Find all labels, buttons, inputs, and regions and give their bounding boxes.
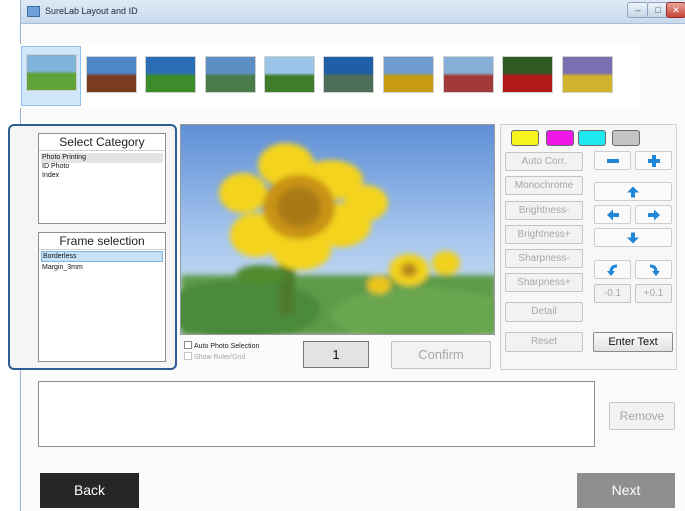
detail-button[interactable]: Detail xyxy=(505,302,583,322)
color-swatch-gray[interactable] xyxy=(612,130,640,146)
brightness-minus-button[interactable]: Brightness- xyxy=(505,201,583,220)
show-ruler-grid-label: Show Ruler/Grid xyxy=(194,354,246,361)
color-swatch-yellow[interactable] xyxy=(511,130,539,146)
auto-corr-button[interactable]: Auto Corr. xyxy=(505,152,583,171)
sharpness-plus-button[interactable]: Sharpness+ xyxy=(505,273,583,292)
frame-item-borderless[interactable]: Borderless xyxy=(41,251,163,262)
color-swatch-cyan[interactable] xyxy=(578,130,606,146)
minimize-button[interactable]: – xyxy=(627,2,649,18)
photo-thumbnail[interactable] xyxy=(383,56,434,93)
arrow-left-icon xyxy=(606,209,619,220)
plus-icon xyxy=(647,154,660,167)
photo-thumbnail[interactable] xyxy=(502,56,553,93)
rotate-left-button[interactable] xyxy=(594,260,631,279)
window-title: SureLab Layout and ID xyxy=(45,6,138,16)
checkbox-box[interactable] xyxy=(184,341,192,349)
rotate-right-icon xyxy=(649,264,660,276)
confirm-button[interactable]: Confirm xyxy=(391,341,491,369)
thumbnail-strip xyxy=(20,44,640,108)
sunflower-preview-image xyxy=(181,125,494,334)
arrow-right-icon xyxy=(647,209,660,220)
monochrome-button[interactable]: Monochrome xyxy=(505,176,583,195)
reset-button[interactable]: Reset xyxy=(505,332,583,352)
frame-selection-title: Frame selection xyxy=(39,233,165,250)
photo-thumbnail[interactable] xyxy=(264,56,315,93)
frame-selection-list[interactable]: Frame selection Borderless Margin_3mm xyxy=(38,232,166,362)
photo-thumbnail[interactable] xyxy=(443,56,494,93)
checkbox-box[interactable] xyxy=(184,352,192,360)
remove-button[interactable]: Remove xyxy=(609,402,675,430)
photo-thumbnail[interactable] xyxy=(323,56,374,93)
photo-thumbnail[interactable] xyxy=(86,56,137,93)
rotate-plus-fine-button[interactable]: +0.1 xyxy=(635,284,672,303)
zoom-out-button[interactable] xyxy=(594,151,631,170)
back-button[interactable]: Back xyxy=(40,473,139,508)
photo-thumbnail[interactable] xyxy=(562,56,613,93)
photo-preview[interactable] xyxy=(180,124,495,335)
select-category-title: Select Category xyxy=(39,134,165,151)
sharpness-minus-button[interactable]: Sharpness- xyxy=(505,249,583,268)
frame-item-margin-3mm[interactable]: Margin_3mm xyxy=(41,263,163,273)
close-button[interactable]: ✕ xyxy=(666,2,685,18)
photo-thumbnail[interactable] xyxy=(145,56,196,93)
move-up-button[interactable] xyxy=(594,182,672,201)
brightness-plus-button[interactable]: Brightness+ xyxy=(505,225,583,244)
show-ruler-grid-checkbox[interactable]: Show Ruler/Grid xyxy=(184,352,245,361)
arrow-down-icon xyxy=(627,232,639,243)
move-left-button[interactable] xyxy=(594,205,631,224)
arrow-up-icon xyxy=(627,186,639,197)
photo-thumbnail[interactable] xyxy=(205,56,256,93)
color-swatch-magenta[interactable] xyxy=(546,130,574,146)
auto-photo-selection-label: Auto Photo Selection xyxy=(194,343,260,350)
enter-text-button[interactable]: Enter Text xyxy=(593,332,673,352)
move-right-button[interactable] xyxy=(635,205,672,224)
category-frame-panel: Select Category Photo Printing ID Photo … xyxy=(8,124,177,370)
auto-photo-selection-checkbox[interactable]: Auto Photo Selection xyxy=(184,341,259,350)
text-input-area[interactable] xyxy=(38,381,595,447)
rotate-right-button[interactable] xyxy=(635,260,672,279)
title-bar: SureLab Layout and ID – □ ✕ xyxy=(21,0,685,24)
page-number-field[interactable]: 1 xyxy=(303,341,369,368)
move-down-button[interactable] xyxy=(594,228,672,247)
app-icon xyxy=(27,6,40,17)
zoom-in-button[interactable] xyxy=(635,151,672,170)
photo-thumbnail[interactable] xyxy=(26,54,77,91)
next-button[interactable]: Next xyxy=(577,473,675,508)
rotate-minus-fine-button[interactable]: -0.1 xyxy=(594,284,631,303)
select-category-list[interactable]: Select Category Photo Printing ID Photo … xyxy=(38,133,166,224)
minus-icon xyxy=(606,158,619,163)
category-item-index[interactable]: Index xyxy=(41,171,163,181)
rotate-left-icon xyxy=(606,264,617,276)
